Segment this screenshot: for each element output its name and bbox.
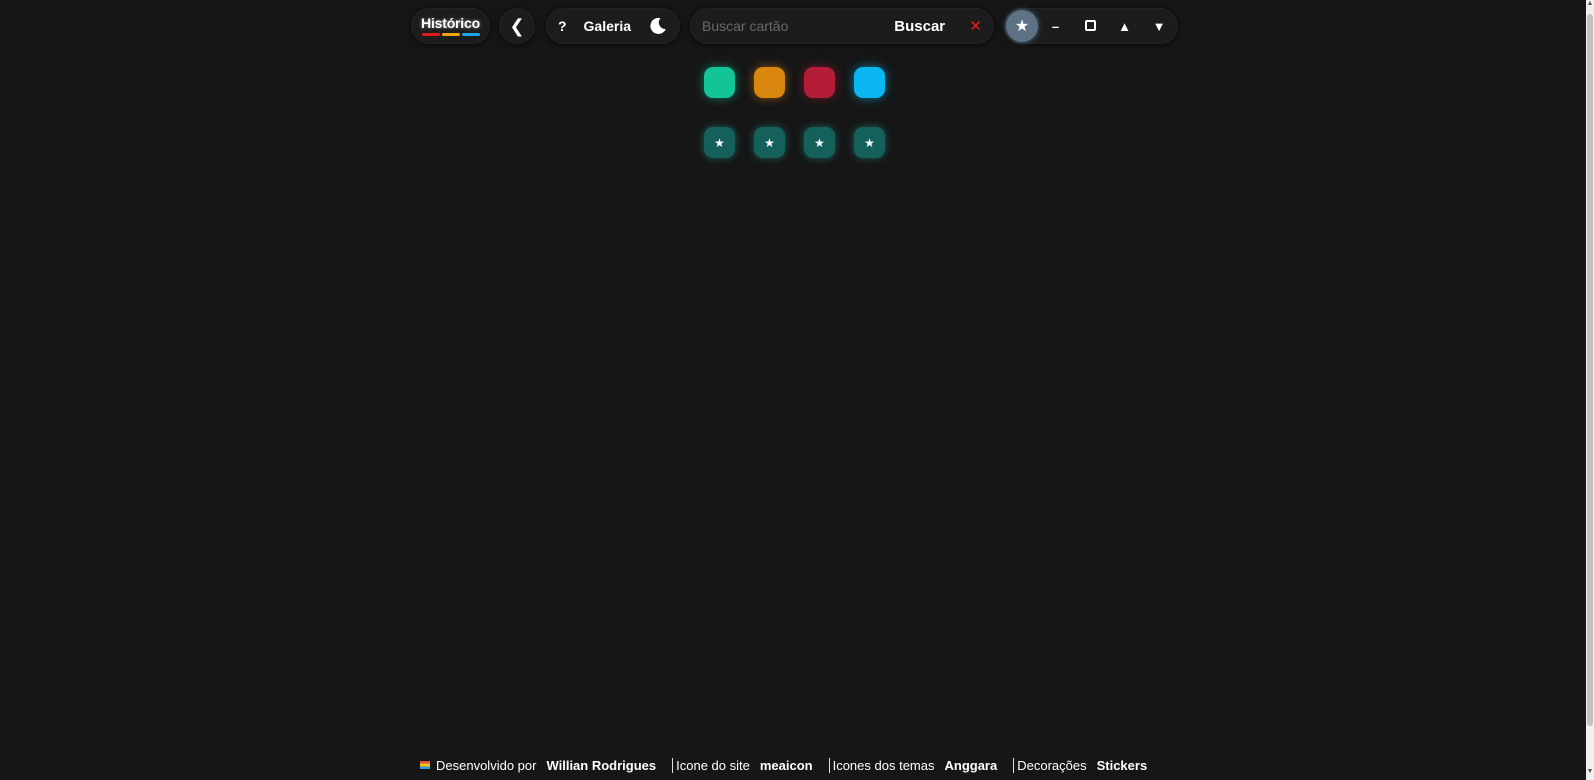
star-icon: ★ (814, 135, 825, 150)
swatch-orange[interactable] (754, 67, 785, 98)
theme-icons-credit-link[interactable]: Anggara (944, 758, 997, 773)
swatch-blue[interactable] (854, 67, 885, 98)
divider (828, 757, 830, 773)
footer-credits: Desenvolvido por Willian Rodrigues Icone… (420, 757, 1147, 773)
flag-icon (420, 761, 430, 769)
search-input[interactable] (702, 18, 872, 34)
swatch-green[interactable] (704, 67, 735, 98)
moon-icon[interactable] (648, 16, 668, 36)
site-icon-label: Icone do site (676, 757, 750, 773)
history-button[interactable]: Histórico (411, 8, 490, 44)
decorations-credit-link[interactable]: Stickers (1097, 758, 1148, 773)
history-label: Histórico (421, 14, 480, 31)
star-icon: ★ (764, 135, 775, 150)
maximize-button[interactable] (1073, 19, 1107, 34)
help-button[interactable]: ? (558, 18, 567, 34)
star-button-4[interactable]: ★ (854, 127, 885, 158)
search-button[interactable]: Buscar (894, 18, 945, 35)
swatch-red[interactable] (804, 67, 835, 98)
developed-by-label: Desenvolvido por (436, 757, 537, 773)
history-bar-red (421, 32, 440, 36)
back-button[interactable]: ❮ (499, 8, 535, 44)
divider (672, 757, 674, 773)
search-bar: Buscar ✕ (690, 8, 994, 44)
star-buttons: ★ ★ ★ ★ (704, 127, 894, 159)
theme-icons-label: Icones dos temas (832, 757, 935, 773)
top-toolbar: Histórico ❮ ? Galeria Buscar ✕ ★ – ▲ ▼ (0, 8, 1594, 44)
minimize-button[interactable]: – (1039, 19, 1073, 34)
gallery-group: ? Galeria (546, 8, 680, 44)
site-icon-credit-link[interactable]: meaicon (760, 758, 813, 773)
history-color-bars (421, 32, 480, 36)
gallery-button[interactable]: Galeria (584, 18, 631, 34)
history-bar-orange (441, 32, 460, 36)
star-icon: ★ (864, 135, 875, 150)
maximize-icon (1084, 19, 1096, 31)
window-controls: ★ – ▲ ▼ (1004, 8, 1178, 44)
star-icon: ★ (714, 135, 725, 150)
star-button-2[interactable]: ★ (754, 127, 785, 158)
history-bar-blue (461, 32, 480, 36)
theme-swatches (704, 67, 894, 99)
move-up-button[interactable]: ▲ (1108, 19, 1142, 34)
decorations-label: Decorações (1017, 757, 1087, 773)
star-button-3[interactable]: ★ (804, 127, 835, 158)
divider (1013, 757, 1015, 773)
developer-link[interactable]: Willian Rodrigues (546, 758, 656, 773)
scroll-up-arrow-icon[interactable]: ▲ (1586, 0, 1594, 12)
move-down-button[interactable]: ▼ (1142, 19, 1176, 34)
chevron-left-icon: ❮ (509, 15, 525, 36)
vertical-scrollbar[interactable]: ▲ ▼ (1586, 0, 1594, 780)
star-icon[interactable]: ★ (1006, 10, 1038, 42)
scroll-down-arrow-icon[interactable]: ▼ (1586, 768, 1594, 780)
clear-search-icon[interactable]: ✕ (969, 17, 982, 35)
scrollbar-thumb[interactable] (1587, 14, 1593, 726)
star-button-1[interactable]: ★ (704, 127, 735, 158)
